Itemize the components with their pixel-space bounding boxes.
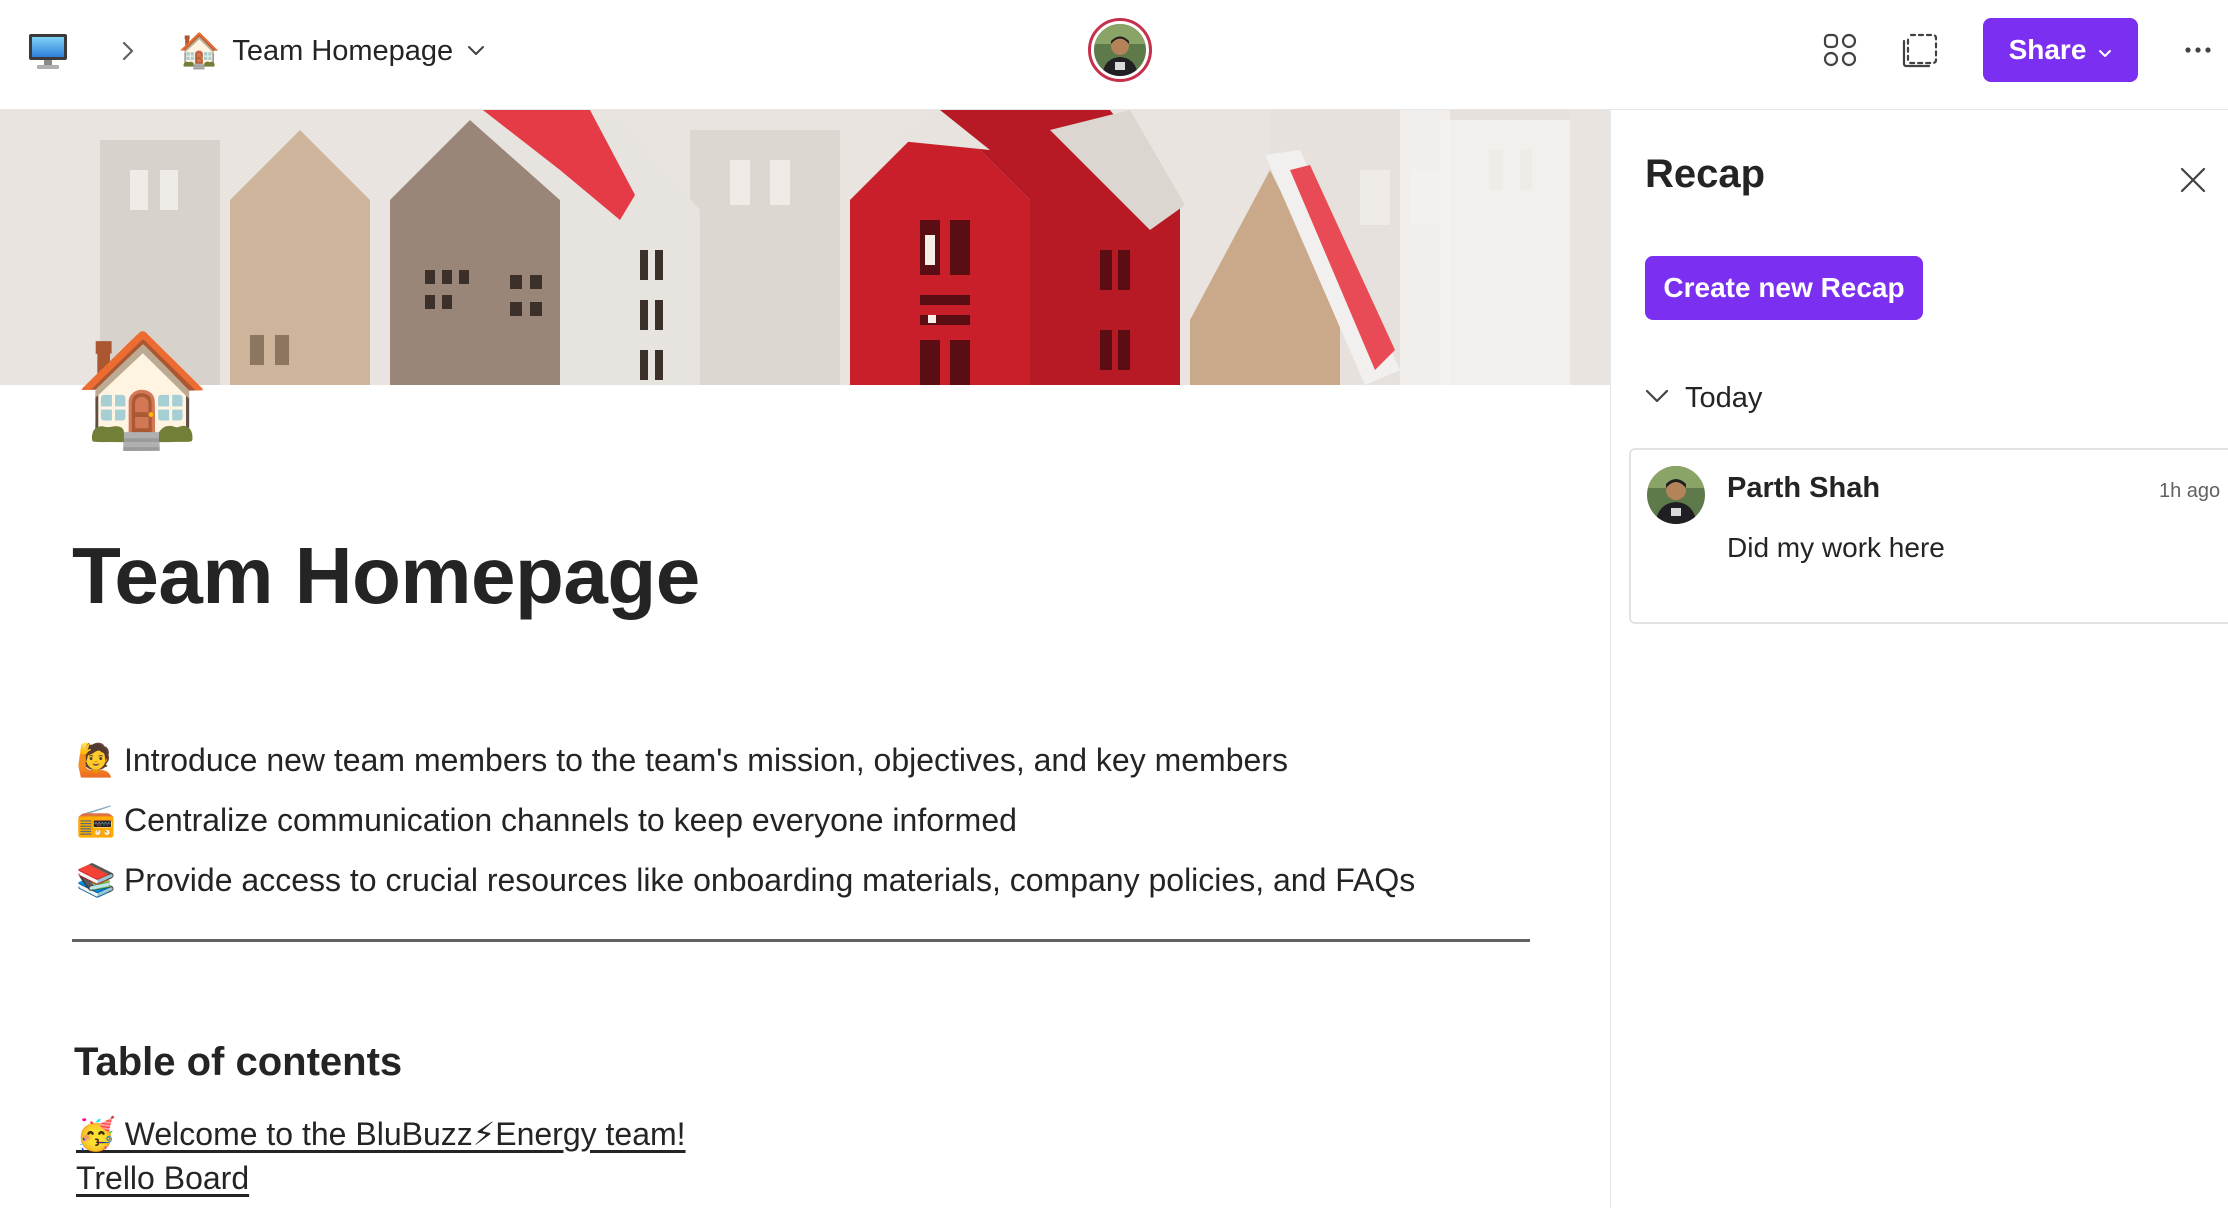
- breadcrumb-page-title: Team Homepage: [232, 34, 454, 67]
- chevron-right-icon: [108, 31, 148, 71]
- breadcrumb-current-page[interactable]: 🏠 Team Homepage: [178, 26, 485, 76]
- more-icon[interactable]: [2178, 30, 2218, 70]
- close-icon[interactable]: [2173, 160, 2213, 200]
- breadcrumb: 🏠 Team Homepage: [26, 26, 485, 76]
- recap-timestamp: 1h ago: [2159, 480, 2221, 502]
- list-item-text: Provide access to crucial resources like…: [124, 861, 1416, 898]
- cover-image: [0, 110, 1610, 385]
- table-of-contents: 🥳 Welcome to the BluBuzz⚡Energy team! Tr…: [76, 1112, 686, 1200]
- radio-icon: 📻: [76, 802, 116, 838]
- group-header-today[interactable]: Today: [1645, 382, 1762, 415]
- group-label: Today: [1685, 382, 1763, 414]
- chevron-down-icon: [1645, 388, 1669, 409]
- top-bar: 🏠 Team Homepage Share: [0, 0, 2228, 110]
- bullet-list: 🙋 Introduce new team members to the team…: [76, 730, 1415, 910]
- toc-heading[interactable]: Table of contents: [74, 1040, 402, 1085]
- workspace-monitor-icon[interactable]: [26, 31, 70, 71]
- toc-link-welcome[interactable]: 🥳 Welcome to the BluBuzz⚡Energy team!: [76, 1112, 686, 1156]
- list-item-text: Introduce new team members to the team's…: [124, 741, 1288, 778]
- list-item-text: Centralize communication channels to kee…: [124, 801, 1017, 838]
- divider: [72, 939, 1530, 942]
- recap-card[interactable]: Parth Shah 1h ago Did my work here: [1629, 448, 2228, 624]
- list-item[interactable]: 🙋 Introduce new team members to the team…: [76, 730, 1415, 790]
- collaborator-avatar[interactable]: [1088, 18, 1152, 82]
- books-icon: 📚: [76, 862, 116, 898]
- share-label: Share: [2008, 34, 2087, 65]
- create-recap-button[interactable]: Create new Recap: [1645, 256, 1923, 320]
- apps-icon[interactable]: [1820, 30, 1860, 70]
- avatar: [1647, 466, 1705, 524]
- recap-author: Parth Shah: [1727, 472, 1881, 504]
- toc-link-trello-board[interactable]: Trello Board: [76, 1156, 686, 1200]
- chevron-down-icon: [2098, 34, 2112, 66]
- select-area-icon[interactable]: [1900, 30, 1940, 70]
- panel-title: Recap: [1645, 152, 1766, 196]
- recap-message: Did my work here: [1727, 532, 1945, 563]
- share-button[interactable]: Share: [1983, 18, 2138, 82]
- list-item[interactable]: 📻 Centralize communication channels to k…: [76, 790, 1415, 850]
- chevron-down-icon: [467, 45, 485, 57]
- page-canvas: 🏠 Team Homepage 🙋 Introduce new team mem…: [0, 110, 1610, 1208]
- recap-panel: Recap Create new Recap Today Parth Shah …: [1610, 110, 2228, 1208]
- page-title[interactable]: Team Homepage: [72, 530, 700, 622]
- raising-hand-icon: 🙋: [76, 742, 116, 778]
- list-item[interactable]: 📚 Provide access to crucial resources li…: [76, 850, 1415, 910]
- page-emoji-icon: 🏠: [178, 32, 221, 70]
- page-emoji-icon[interactable]: 🏠: [74, 335, 211, 445]
